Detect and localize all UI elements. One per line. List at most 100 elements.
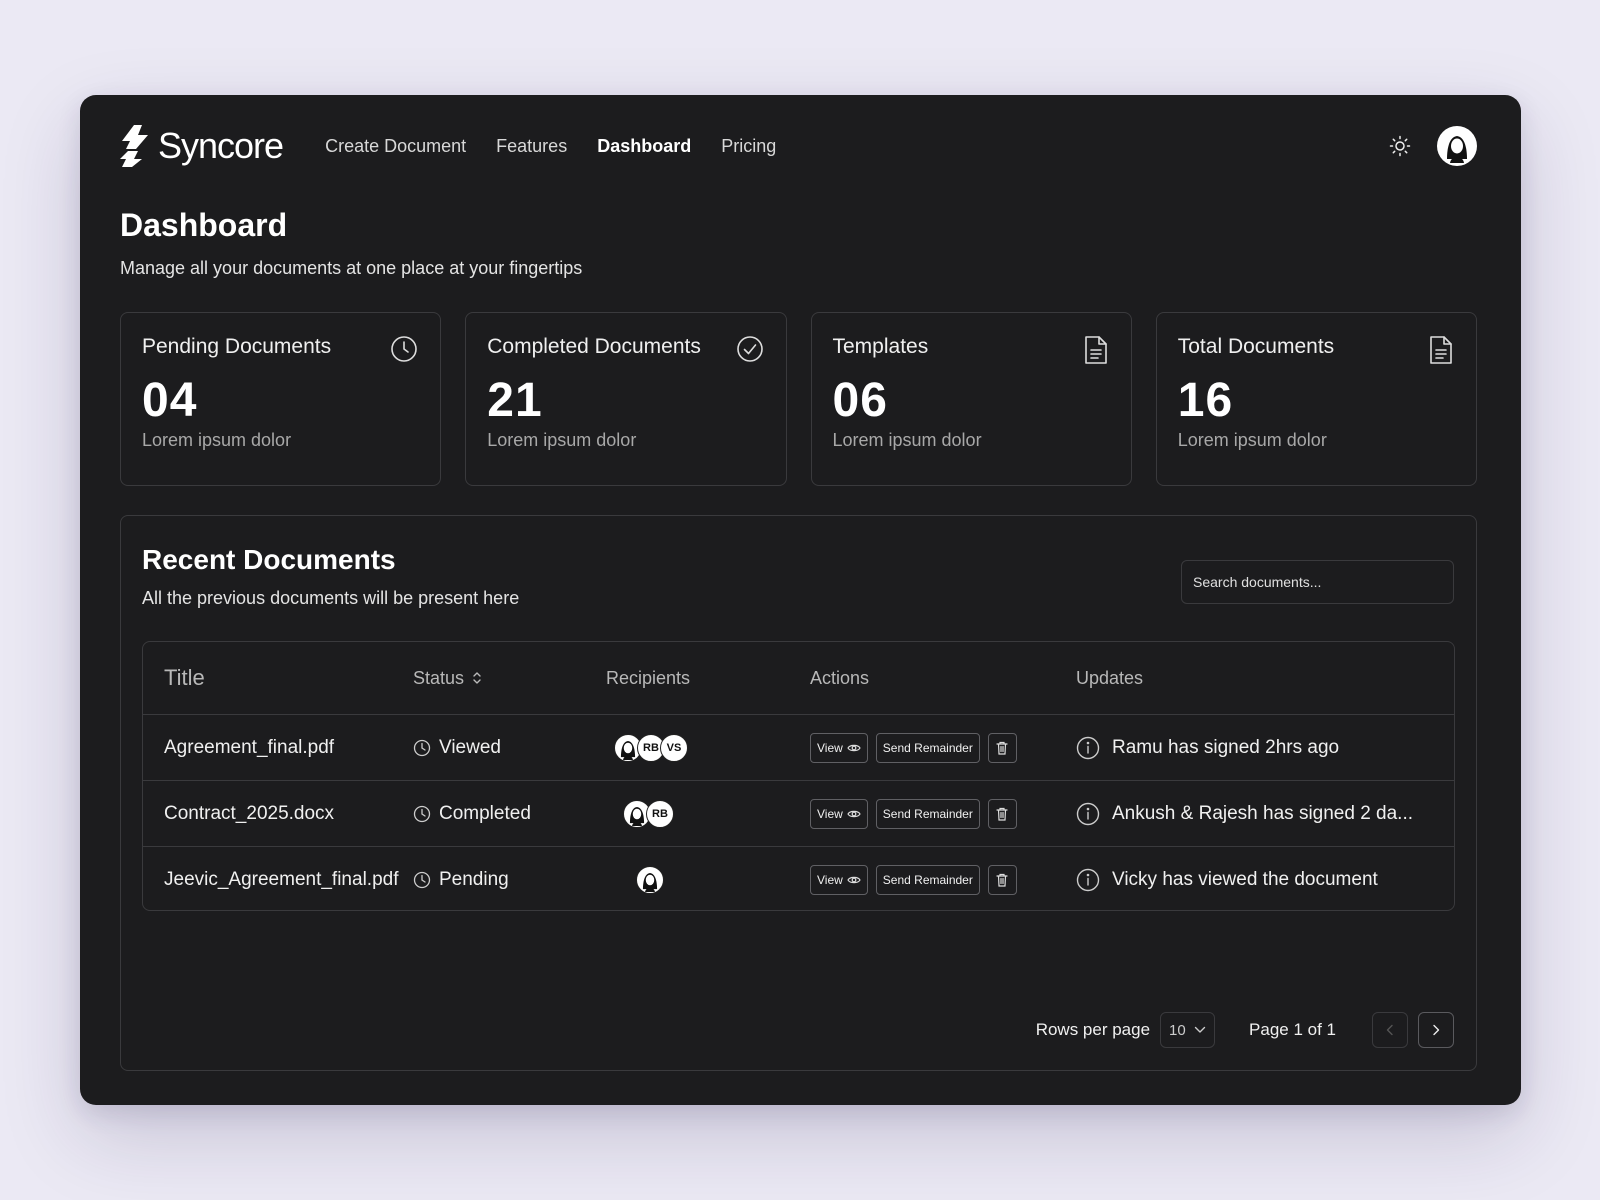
document-icon — [1084, 336, 1107, 364]
delete-button[interactable] — [987, 798, 1017, 829]
nav-features[interactable]: Features — [496, 136, 567, 157]
doc-update: Ramu has signed 2hrs ago — [1076, 736, 1454, 760]
doc-title[interactable]: Contract_2025.docx — [143, 803, 413, 825]
stat-title: Pending Documents — [142, 335, 332, 358]
stat-card-total: Total Documents 16 Lorem ipsum dolor — [1155, 312, 1477, 486]
stat-card-completed: Completed Documents 21 Lorem ipsum dolor — [465, 312, 787, 486]
user-avatar-icon — [1447, 136, 1467, 163]
col-actions: Actions — [810, 667, 870, 688]
table-row: Contract_2025.docx Completed RB View Sen… — [143, 781, 1454, 847]
doc-status: Pending — [413, 869, 606, 891]
col-status[interactable]: Status — [413, 668, 606, 689]
stat-sub: Lorem ipsum dolor — [142, 430, 292, 450]
nav-right — [1389, 126, 1477, 166]
nav-create-document[interactable]: Create Document — [325, 136, 466, 157]
recent-documents-panel: Recent Documents All the previous docume… — [120, 515, 1477, 1071]
check-circle-icon — [736, 336, 763, 362]
send-reminder-button[interactable]: Send Remainder — [875, 865, 980, 895]
stat-title: Templates — [832, 335, 929, 358]
doc-actions: View Send Remainder — [810, 798, 1076, 829]
document-icon — [1430, 336, 1452, 364]
nav-links: Create Document Features Dashboard Prici… — [325, 136, 776, 157]
recent-subtitle: All the previous documents will be prese… — [142, 588, 520, 608]
status-label: Completed — [439, 802, 531, 824]
page-title: Dashboard — [120, 207, 288, 243]
page-info: Page 1 of 1 — [1249, 1020, 1336, 1039]
view-button[interactable]: View — [810, 732, 868, 763]
trash-icon — [996, 807, 1008, 821]
doc-update: Vicky has viewed the document — [1076, 868, 1454, 892]
update-text: Ramu has signed 2hrs ago — [1112, 736, 1340, 758]
app-window: Syncore Create Document Features Dashboa… — [80, 95, 1521, 1105]
stat-card-pending: Pending Documents 04 Lorem ipsum dolor — [120, 312, 442, 486]
doc-update: Ankush & Rajesh has signed 2 da... — [1076, 802, 1454, 826]
delete-button[interactable] — [987, 865, 1017, 895]
trash-icon — [996, 741, 1008, 755]
col-title: Title — [164, 665, 205, 690]
chevron-right-icon — [1433, 1024, 1440, 1036]
stat-value: 06 — [832, 374, 888, 427]
prev-page-button[interactable] — [1372, 1012, 1408, 1048]
doc-actions: View Send Remainder — [810, 732, 1076, 763]
logo-mark-icon — [120, 125, 148, 167]
table-row: Agreement_final.pdf Viewed RB VS View Se… — [143, 715, 1454, 781]
rows-per-page-select[interactable]: 10 — [1160, 1012, 1216, 1048]
doc-status: Viewed — [413, 737, 606, 759]
nav-dashboard[interactable]: Dashboard — [597, 136, 691, 157]
next-page-button[interactable] — [1418, 1012, 1454, 1048]
status-label: Pending — [439, 869, 509, 890]
doc-title[interactable]: Agreement_final.pdf — [143, 737, 413, 759]
doc-title[interactable]: Jeevic_Agreement_final.pdf — [143, 869, 413, 891]
table-header: Title Status Recipients Actions Updates — [143, 642, 1454, 715]
update-text: Ankush & Rajesh has signed 2 da... — [1112, 802, 1414, 824]
stat-value: 21 — [487, 374, 543, 427]
clock-icon — [391, 336, 418, 362]
sort-icon[interactable] — [472, 671, 482, 685]
documents-table: Title Status Recipients Actions Updates … — [142, 641, 1455, 911]
stat-value: 04 — [142, 374, 198, 427]
stat-value: 16 — [1177, 374, 1234, 427]
view-button[interactable]: View — [810, 798, 868, 829]
sun-icon[interactable] — [1389, 135, 1411, 157]
stat-title: Completed Documents — [487, 335, 701, 358]
col-status-label: Status — [413, 667, 465, 688]
top-nav: Syncore Create Document Features Dashboa… — [120, 121, 1477, 171]
stat-title: Total Documents — [1177, 335, 1335, 358]
recipient-avatar — [636, 866, 664, 894]
info-icon — [1076, 736, 1100, 759]
clock-icon — [413, 739, 431, 756]
send-reminder-button[interactable]: Send Remainder — [875, 798, 980, 829]
clock-icon — [413, 871, 431, 889]
view-button[interactable]: View — [810, 865, 868, 895]
table-row: Jeevic_Agreement_final.pdf Pending View — [143, 847, 1454, 913]
user-avatar[interactable] — [1437, 126, 1477, 166]
col-recipients: Recipients — [606, 667, 691, 688]
pagination: Rows per page 10 Page 1 of 1 — [1036, 1012, 1454, 1048]
stat-sub: Lorem ipsum dolor — [1177, 430, 1327, 450]
stats-row: Pending Documents 04 Lorem ipsum dolor C… — [120, 312, 1477, 486]
search-input[interactable] — [1181, 560, 1454, 604]
doc-actions: View Send Remainder — [810, 865, 1076, 895]
eye-icon — [847, 810, 861, 817]
nav-pricing[interactable]: Pricing — [721, 136, 776, 157]
view-label: View — [817, 873, 843, 887]
recipient-avatar: RB — [646, 799, 674, 828]
rows-per-page-label: Rows per page — [1035, 1020, 1151, 1039]
trash-icon — [996, 873, 1008, 887]
clock-icon — [413, 805, 431, 822]
stat-sub: Lorem ipsum dolor — [487, 430, 637, 450]
chevron-down-icon — [1194, 1026, 1206, 1033]
delete-button[interactable] — [987, 732, 1017, 763]
stat-sub: Lorem ipsum dolor — [832, 430, 982, 450]
update-text: Vicky has viewed the document — [1112, 869, 1378, 890]
app-name: Syncore — [158, 125, 284, 166]
logo[interactable]: Syncore — [120, 125, 284, 167]
send-reminder-button[interactable]: Send Remainder — [875, 732, 980, 763]
recipient-avatar: VS — [660, 733, 688, 762]
info-icon — [1076, 802, 1100, 825]
chevron-left-icon — [1386, 1024, 1393, 1036]
eye-icon — [847, 744, 861, 751]
stat-card-templates: Templates 06 Lorem ipsum dolor — [810, 312, 1132, 486]
status-label: Viewed — [439, 736, 501, 758]
eye-icon — [847, 876, 861, 884]
